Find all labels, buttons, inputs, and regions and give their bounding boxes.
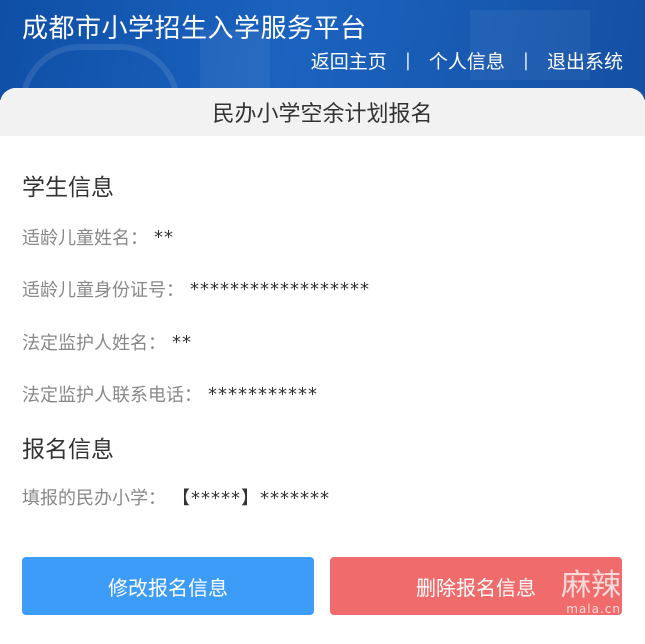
registration-card: 民办小学空余计划报名 学生信息 适龄儿童姓名： ** 适龄儿童身份证号： ***… [0,88,645,644]
nav-home-link[interactable]: 返回主页 [311,47,387,74]
app-title: 成都市小学招生入学服务平台 [22,14,367,44]
child-id-field: 适龄儿童身份证号： ****************** [22,276,370,302]
field-value: ** [154,226,174,248]
field-value: ** [172,331,192,353]
field-value: ****************** [190,278,370,300]
nav-separator: | [522,49,529,71]
nav-profile-link[interactable]: 个人信息 [429,47,505,74]
registration-info-heading: 报名信息 [22,437,114,463]
nav-separator: | [404,49,411,71]
field-label: 法定监护人联系电话： [22,385,202,406]
field-value: *********** [208,383,318,405]
guardian-name-field: 法定监护人姓名： ** [22,329,192,355]
field-label: 适龄儿童身份证号： [22,280,184,301]
edit-registration-button[interactable]: 修改报名信息 [22,557,314,615]
top-nav: 返回主页 | 个人信息 | 退出系统 [311,46,623,74]
guardian-phone-field: 法定监护人联系电话： *********** [22,381,318,407]
field-label: 法定监护人姓名： [22,333,166,354]
field-label: 适龄儿童姓名： [22,228,148,249]
field-label: 填报的民办小学： [22,488,166,509]
nav-logout-link[interactable]: 退出系统 [547,47,623,74]
private-school-field: 填报的民办小学： 【*****】******* [22,484,330,510]
field-value: 【*****】******* [172,488,330,509]
app-header: 成都市小学招生入学服务平台 返回主页 | 个人信息 | 退出系统 [0,0,645,100]
child-name-field: 适龄儿童姓名： ** [22,224,174,250]
page-title: 民办小学空余计划报名 [0,88,645,136]
student-info-heading: 学生信息 [22,175,114,201]
delete-registration-button[interactable]: 删除报名信息 [330,557,622,615]
